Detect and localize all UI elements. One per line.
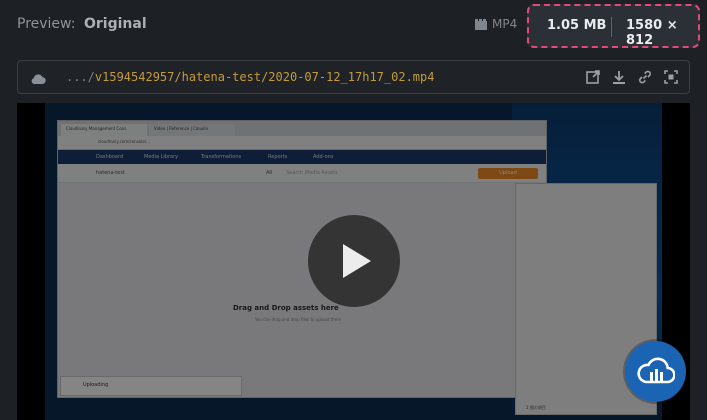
link-icon[interactable] bbox=[637, 69, 653, 85]
play-icon bbox=[343, 244, 371, 278]
url-prefix: .../ bbox=[66, 70, 95, 84]
asset-url-bar: .../v1594542957/hatena-test/2020-07-12_1… bbox=[17, 60, 690, 94]
file-stats-box: 1.05 MB 1580 × 812 bbox=[527, 4, 700, 48]
video-frame: Cloudinary Management Cons Video | Refer… bbox=[45, 103, 662, 420]
url-path: v1594542957/hatena-test/2020-07-12_17h17… bbox=[94, 70, 435, 84]
cloud-upload-icon bbox=[637, 357, 675, 384]
cloud-icon bbox=[30, 70, 46, 89]
preview-value: Original bbox=[84, 16, 147, 32]
stats-divider bbox=[611, 17, 612, 37]
video-player[interactable]: Cloudinary Management Cons Video | Refer… bbox=[17, 103, 690, 420]
file-dimensions: 1580 × 812 bbox=[626, 18, 678, 48]
download-icon[interactable] bbox=[611, 69, 627, 85]
preview-label: Preview: bbox=[17, 16, 76, 32]
play-button[interactable] bbox=[308, 215, 400, 307]
file-size: 1.05 MB bbox=[547, 18, 607, 33]
focus-frame-icon[interactable] bbox=[663, 69, 679, 85]
asset-url[interactable]: .../v1594542957/hatena-test/2020-07-12_1… bbox=[66, 70, 434, 84]
open-in-new-icon[interactable] bbox=[585, 69, 601, 85]
format-label: MP4 bbox=[492, 17, 518, 31]
preview-header: Preview: Original MP4 1.05 MB 1580 × 812 bbox=[0, 0, 707, 52]
video-file-icon bbox=[475, 18, 487, 30]
url-actions bbox=[585, 69, 679, 85]
cloudinary-fab[interactable] bbox=[625, 341, 686, 402]
format-indicator: MP4 bbox=[475, 17, 517, 31]
